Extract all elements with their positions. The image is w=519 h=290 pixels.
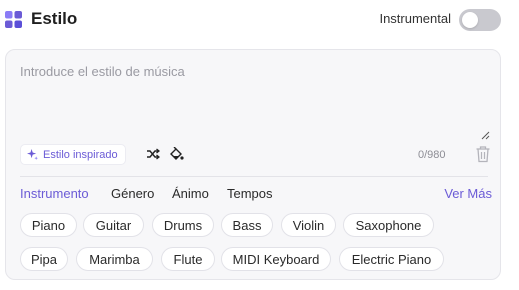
chip-piano[interactable]: Piano (20, 213, 77, 237)
divider (20, 176, 488, 177)
chip-flute[interactable]: Flute (161, 247, 215, 271)
clear-style-button[interactable] (168, 146, 184, 162)
see-more-link[interactable]: Ver Más (444, 186, 492, 201)
resize-grip-icon[interactable] (480, 130, 490, 140)
chip-midi-keyboard[interactable]: MIDI Keyboard (221, 247, 331, 271)
grid-apps-icon (5, 11, 22, 28)
chip-marimba[interactable]: Marimba (76, 247, 153, 271)
style-header: Estilo Instrumental (5, 8, 505, 32)
chip-violin[interactable]: Violin (281, 213, 336, 237)
instrumental-toggle[interactable] (459, 9, 501, 31)
inspired-style-label: Estilo inspirado (43, 148, 118, 161)
shuffle-button[interactable] (145, 146, 161, 162)
paint-bucket-icon (169, 147, 184, 160)
style-card: Estilo inspirado 0/980 (5, 49, 501, 280)
chip-electric-piano[interactable]: Electric Piano (339, 247, 444, 271)
instrumental-label: Instrumental (379, 11, 451, 26)
style-input[interactable] (12, 58, 496, 142)
tab-animo[interactable]: Ánimo (172, 186, 209, 201)
shuffle-icon (147, 148, 160, 160)
input-toolbar: Estilo inspirado 0/980 (20, 144, 492, 168)
trash-icon[interactable] (475, 145, 491, 163)
chip-pipa[interactable]: Pipa (20, 247, 68, 271)
char-counter: 0/980 (418, 149, 446, 161)
category-tabs: Instrumento Género Ánimo Tempos Ver Más (20, 186, 492, 204)
chip-guitar[interactable]: Guitar (83, 213, 144, 237)
toggle-knob (462, 12, 478, 28)
sparkle-icon (27, 149, 38, 160)
section-title: Estilo (31, 9, 78, 28)
tab-genero[interactable]: Género (111, 186, 154, 201)
tab-instrumento[interactable]: Instrumento (20, 186, 89, 201)
chip-bass[interactable]: Bass (221, 213, 273, 237)
chip-saxophone[interactable]: Saxophone (343, 213, 434, 237)
inspired-style-button[interactable]: Estilo inspirado (20, 144, 126, 165)
tab-tempos[interactable]: Tempos (227, 186, 273, 201)
chip-drums[interactable]: Drums (152, 213, 214, 237)
